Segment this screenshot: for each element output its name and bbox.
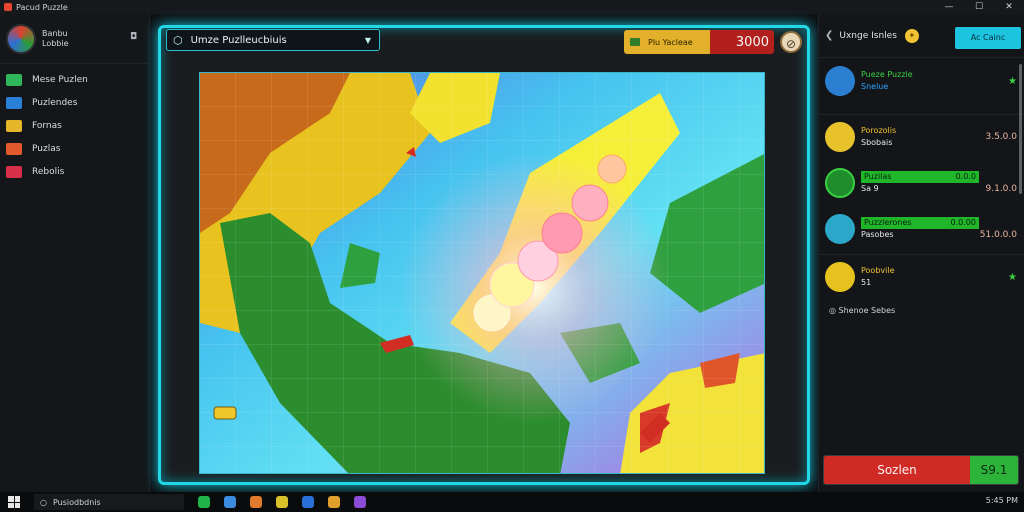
puzzle-icon (6, 119, 22, 132)
sidebar-nav: Mese Puzlen Puzlendes Fornas Puzlas Rebo… (0, 68, 149, 183)
player-score-top: 0.0.00 (950, 218, 976, 227)
window-title: Pacud Puzzle (16, 2, 68, 12)
left-sidebar: Banbu Lobbie ◘ Mese Puzlen Puzlendes For… (0, 14, 150, 492)
player-name: Pueze Puzzle (861, 70, 913, 79)
avatar (825, 66, 855, 96)
window-controls: — ☐ ✕ (934, 0, 1024, 14)
puzzle-icon (6, 96, 22, 109)
solve-button[interactable]: Sozlen (824, 456, 970, 484)
jigsaw-map (200, 73, 764, 473)
sidebar-item-3[interactable]: Puzlas (0, 137, 149, 160)
flag-icon (6, 165, 22, 178)
avatar (825, 122, 855, 152)
puzzle-select-dropdown[interactable]: ⬡ Umze Puzlleucbiuis ▼ (166, 29, 380, 51)
player-sub: Snelue (861, 82, 889, 91)
browser-icon[interactable] (224, 496, 236, 508)
cta-button[interactable]: Ac Cainc (955, 27, 1021, 49)
player-score-top: 0.0.0 (955, 172, 976, 181)
taskbar-search[interactable]: ○ Pusiodbdnis (34, 494, 184, 510)
player-sub: Pasobes (861, 230, 894, 239)
info-icon: ◎ (829, 306, 839, 315)
player-row[interactable]: Puzilas 0.0.0 Sa 9 9.1.0.0 (825, 168, 1017, 198)
puzzle-image[interactable] (199, 72, 765, 474)
player-sub: 51 (861, 278, 872, 287)
puzzle-icon (6, 142, 22, 155)
player-name: Porozolis (861, 126, 897, 135)
tray-clock: 5:45 PM (985, 496, 1018, 505)
profile-name: Banbu (42, 28, 68, 38)
settings-icon[interactable]: ◘ (130, 32, 137, 42)
player-name: Poobvile (861, 266, 895, 275)
player-row[interactable]: Porozolis Sbobais 3.5.0.0 (825, 122, 1017, 152)
player-name: Puzzlerones (864, 218, 912, 227)
score-value: 3000 (710, 30, 774, 54)
start-icon[interactable] (8, 496, 20, 508)
minimize-button[interactable]: — (934, 0, 964, 14)
player-row[interactable]: Pueze Puzzle Snelue ★ (825, 66, 1017, 96)
taskbar: ○ Pusiodbdnis 5:45 PM (0, 492, 1024, 512)
back-icon[interactable]: ❮ (825, 30, 833, 41)
close-button[interactable]: ✕ (994, 0, 1024, 14)
profile-card[interactable]: Banbu Lobbie ◘ (0, 14, 149, 64)
player-score: 51.0.0.0 (979, 230, 1017, 240)
sidebar-item-0[interactable]: Mese Puzlen (0, 68, 149, 91)
action-bar: Sozlen S9.1 (823, 455, 1019, 485)
sidebar-item-1[interactable]: Puzlendes (0, 91, 149, 114)
app-icon[interactable] (250, 496, 262, 508)
player-row[interactable]: Poobvile 51 ★ (825, 262, 1017, 292)
avatar (825, 214, 855, 244)
store-icon[interactable] (302, 496, 314, 508)
player-score: 3.5.0.0 (985, 132, 1018, 142)
player-sub: Sa 9 (861, 184, 879, 193)
player-row[interactable]: Puzzlerones 0.0.00 Pasobes 51.0.0.0 (825, 214, 1017, 244)
score-label: Plu Yacleae (648, 37, 693, 47)
sidebar-item-4[interactable]: Rebolis (0, 160, 149, 183)
avatar[interactable] (6, 23, 36, 54)
app-icon[interactable] (198, 496, 210, 508)
profile-subtitle: Lobbie (42, 38, 69, 48)
account-bar: ❮ Uxnge Isnles ✦ Ac Cainc (819, 14, 1024, 58)
puzzle-icon (6, 73, 22, 86)
title-bar: Pacud Puzzle — ☐ ✕ (0, 0, 1024, 14)
right-panel: ❮ Uxnge Isnles ✦ Ac Cainc Pueze Puzzle S… (818, 14, 1024, 492)
puzzle-select-label: Umze Puzlleucbiuis (190, 34, 287, 46)
score-box: Plu Yacleae 3000 (624, 30, 774, 54)
coin-icon: ✦ (904, 28, 919, 43)
app-icon[interactable] (328, 496, 340, 508)
chevron-down-icon: ▼ (364, 35, 371, 45)
close-puzzle-icon[interactable]: ⊘ (780, 31, 802, 53)
player-sub: Sbobais (861, 138, 893, 147)
folder-icon[interactable] (276, 496, 288, 508)
star-icon: ★ (1008, 75, 1017, 87)
score-button[interactable]: S9.1 (970, 456, 1018, 484)
search-icon: ○ (40, 497, 47, 507)
app-icon[interactable] (354, 496, 366, 508)
sidebar-item-2[interactable]: Fornas (0, 114, 149, 137)
score-icon (630, 38, 640, 46)
username: Uxnge Isnles (839, 30, 897, 41)
player-name: Puzilas (864, 172, 892, 181)
avatar (825, 168, 855, 198)
app-icon (4, 3, 12, 11)
puzzle-piece-icon: ⬡ (173, 33, 183, 47)
avatar (825, 262, 855, 292)
star-icon: ★ (1008, 271, 1017, 283)
player-score: 9.1.0.0 (985, 184, 1018, 194)
scrollbar[interactable] (1019, 64, 1022, 194)
sub-note: Shenoe Sebes (838, 306, 896, 315)
maximize-button[interactable]: ☐ (964, 0, 994, 14)
